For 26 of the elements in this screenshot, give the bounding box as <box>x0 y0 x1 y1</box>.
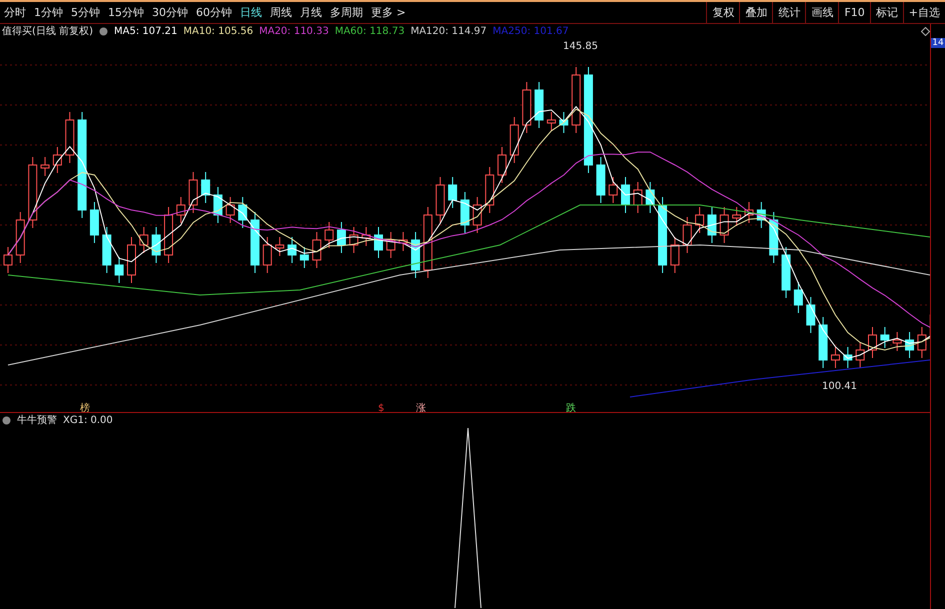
period-tab[interactable]: 15分钟 <box>104 5 148 20</box>
period-tab[interactable]: 30分钟 <box>148 5 192 20</box>
period-tab[interactable]: 1分钟 <box>30 5 67 20</box>
period-tab[interactable]: 周线 <box>266 5 296 20</box>
period-tab[interactable]: 多周期 <box>326 5 367 20</box>
chart-title: 值得买(日线 前复权) <box>2 24 93 38</box>
moving-average-value: MA60: 118.73 <box>334 26 405 36</box>
period-tab[interactable]: 5分钟 <box>67 5 104 20</box>
period-tab[interactable]: 日线 <box>236 5 266 20</box>
period-tab[interactable]: 月线 <box>296 5 326 20</box>
moving-average-value: MA10: 105.56 <box>183 26 254 36</box>
indicator-title: 牛牛预警 <box>17 414 57 427</box>
period-tab[interactable]: 分时 <box>0 5 30 20</box>
moving-average-value: MA5: 107.21 <box>114 26 178 36</box>
moving-average-value: MA250: 101.67 <box>492 26 569 36</box>
period-tab[interactable]: 更多 > <box>367 5 410 20</box>
signal-label: 涨 <box>416 403 426 412</box>
signal-label: 榜 <box>80 403 90 412</box>
high-price-label: 145.85 <box>563 41 598 52</box>
indicator-value: XG1: 0.00 <box>63 414 113 426</box>
signal-label: 跌 <box>566 403 576 412</box>
period-tab[interactable]: 60分钟 <box>192 5 236 20</box>
moving-average-value: MA20: 110.33 <box>259 26 329 36</box>
low-price-label: 100.41 <box>822 381 857 392</box>
moving-average-value: MA120: 114.97 <box>410 26 487 36</box>
price-tag: 14 <box>931 38 945 48</box>
